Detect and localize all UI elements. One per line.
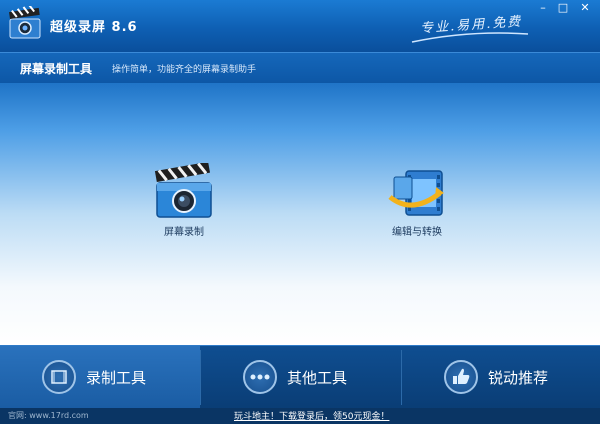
edit-convert-label: 编辑与转换 — [392, 227, 442, 238]
promo-link[interactable]: 玩斗地主！下载登录后，领50元现金！ — [234, 409, 389, 422]
app-logo-icon — [9, 6, 41, 39]
clapperboard-camera-icon — [154, 163, 212, 218]
bottom-navigation: 录制工具 其他工具 锐动推荐 — [0, 345, 600, 409]
screen-record-label: 屏幕录制 — [164, 227, 204, 238]
nav-recommend[interactable]: 锐动推荐 — [402, 346, 600, 409]
section-description: 操作简单，功能齐全的屏幕录制助手 — [112, 65, 257, 75]
screen-record-tool[interactable]: 屏幕录制 — [134, 163, 234, 238]
more-dots-icon — [243, 360, 277, 394]
maximize-button[interactable]: □ — [554, 0, 572, 16]
subheader: 屏幕录制工具 操作简单，功能齐全的屏幕录制助手 — [0, 52, 600, 84]
main-content: 屏幕录制 编辑与转换 — [0, 83, 600, 345]
film-icon — [42, 360, 76, 394]
nav-other-tools-label: 其他工具 — [287, 369, 348, 387]
app-window: 超级录屏 8.6 专业.易用.免费 – □ ✕ 屏幕录制工具 操作简单，功能齐全… — [0, 0, 600, 424]
film-convert-icon — [388, 170, 444, 216]
title-bar[interactable]: 超级录屏 8.6 专业.易用.免费 – □ ✕ — [0, 0, 600, 52]
slogan-swoosh-decoration — [411, 32, 529, 43]
status-bar: 官网: www.17rd.com 玩斗地主！下载登录后，领50元现金！ — [0, 408, 600, 424]
section-title: 屏幕录制工具 — [20, 62, 93, 76]
thumbs-up-icon — [444, 360, 478, 394]
close-button[interactable]: ✕ — [574, 0, 596, 16]
nav-record-tools[interactable]: 录制工具 — [0, 346, 200, 409]
nav-other-tools[interactable]: 其他工具 — [201, 346, 401, 409]
official-site-link[interactable]: 官网: www.17rd.com — [8, 410, 89, 421]
nav-recommend-label: 锐动推荐 — [488, 369, 549, 387]
edit-convert-tool[interactable]: 编辑与转换 — [367, 167, 467, 238]
nav-record-tools-label: 录制工具 — [86, 369, 147, 387]
minimize-button[interactable]: – — [534, 0, 552, 16]
app-title: 超级录屏 8.6 — [50, 20, 138, 35]
